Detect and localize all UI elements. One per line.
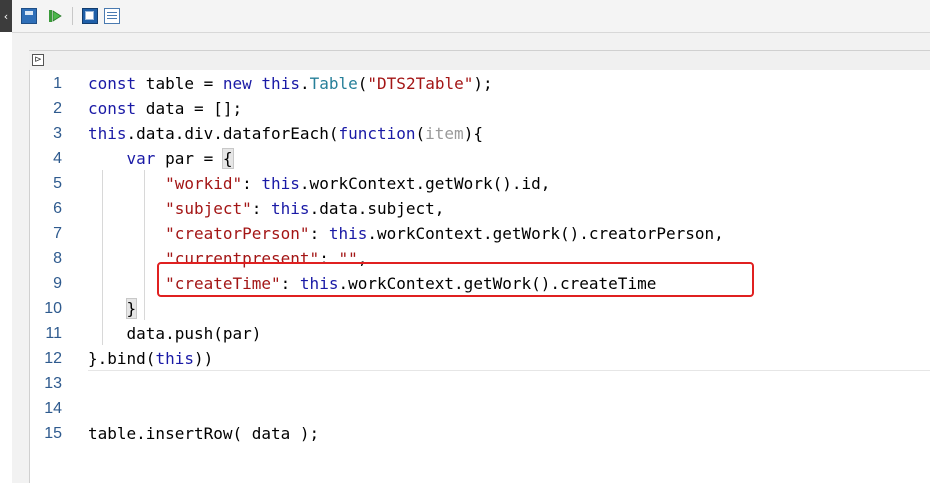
code-token: : xyxy=(309,224,329,243)
code-line[interactable]: 15 table.insertRow( data ); xyxy=(30,421,930,446)
line-code: data.push(par) xyxy=(88,321,262,346)
editor-header: ⊳ xyxy=(29,50,930,71)
save-as-icon[interactable] xyxy=(82,8,98,24)
code-token: ( xyxy=(415,124,426,143)
code-line[interactable]: 14 xyxy=(30,396,930,421)
code-token: table = xyxy=(136,74,223,93)
line-number: 6 xyxy=(53,200,62,217)
code-token: data = []; xyxy=(136,99,243,118)
line-number: 15 xyxy=(44,425,62,442)
line-number: 10 xyxy=(44,300,62,317)
code-token: .data.subject, xyxy=(309,199,445,218)
code-token: this xyxy=(261,74,300,93)
line-code: } xyxy=(88,296,138,321)
line-code: "workid": this.workContext.getWork().id, xyxy=(88,171,550,196)
expand-icon[interactable]: ⊳ xyxy=(32,54,44,66)
line-number: 9 xyxy=(53,275,62,292)
code-line[interactable]: 4 var par = { xyxy=(30,146,930,171)
code-token: .workContext.getWork().id, xyxy=(299,174,551,193)
code-token: const xyxy=(88,99,137,118)
list-icon[interactable] xyxy=(104,8,120,24)
code-line[interactable]: 7 "creatorPerson": this.workContext.getW… xyxy=(30,221,930,246)
code-token: : xyxy=(242,174,262,193)
code-token: .data.div.dataforEach( xyxy=(126,124,339,143)
toolbar xyxy=(12,0,930,33)
code-token: new xyxy=(222,74,252,93)
code-token: "workid" xyxy=(165,174,243,193)
line-code: const table = new this.Table("DTS2Table"… xyxy=(88,71,493,96)
code-line[interactable]: 1 const table = new this.Table("DTS2Table… xyxy=(30,71,930,96)
code-line[interactable]: 12 }.bind(this)) xyxy=(30,346,930,371)
editor-window: ‹ ⊳ 1 const table = new this.Table("DTS2T… xyxy=(0,0,930,483)
code-token: ( xyxy=(357,74,368,93)
code-token: "creatorPerson" xyxy=(165,224,310,243)
code-token: { xyxy=(221,148,234,169)
code-token: this xyxy=(88,124,127,143)
code-token: } xyxy=(125,298,138,319)
code-token: "subject" xyxy=(165,199,252,218)
collapse-panel-button[interactable]: ‹ xyxy=(0,0,12,32)
left-rail xyxy=(0,32,12,483)
code-token: . xyxy=(299,74,310,93)
code-line[interactable]: 10 } xyxy=(30,296,930,321)
line-code: }.bind(this)) xyxy=(88,346,213,371)
code-line[interactable]: 2 const data = []; xyxy=(30,96,930,121)
code-token: .workContext.getWork().creatorPerson, xyxy=(367,224,724,243)
line-number: 14 xyxy=(44,400,62,417)
code-token: "DTS2Table" xyxy=(367,74,474,93)
chevron-left-icon: ‹ xyxy=(3,9,9,23)
code-token: }.bind( xyxy=(88,349,156,368)
line-number: 4 xyxy=(53,150,62,167)
code-token: par = xyxy=(155,149,223,168)
run-icon[interactable] xyxy=(47,8,63,24)
code-line[interactable]: 5 "workid": this.workContext.getWork().i… xyxy=(30,171,930,196)
line-number: 2 xyxy=(53,100,62,117)
line-code: const data = []; xyxy=(88,96,242,121)
code-line[interactable]: 6 "subject": this.data.subject, xyxy=(30,196,930,221)
code-token: item xyxy=(425,124,464,143)
toolbar-separator xyxy=(72,7,73,25)
line-code: "creatorPerson": this.workContext.getWor… xyxy=(88,221,724,246)
line-code: "subject": this.data.subject, xyxy=(88,196,444,221)
code-token: var xyxy=(126,149,156,168)
code-token: ); xyxy=(473,74,493,93)
line-number: 12 xyxy=(44,350,62,367)
code-token: )) xyxy=(193,349,214,368)
line-number: 3 xyxy=(53,125,62,142)
code-line[interactable]: 11 data.push(par) xyxy=(30,321,930,346)
code-token: this xyxy=(328,224,368,243)
code-token: Table xyxy=(309,74,358,93)
code-token: function xyxy=(338,124,416,143)
code-token: ){ xyxy=(463,124,483,143)
code-token: const xyxy=(88,74,137,93)
line-number: 13 xyxy=(44,375,62,392)
run-arrow-icon xyxy=(49,10,62,22)
code-token: this xyxy=(271,199,310,218)
line-code: table.insertRow( data ); xyxy=(88,421,319,446)
code-token: this xyxy=(261,174,300,193)
line-number: 8 xyxy=(53,250,62,267)
code-line[interactable]: 13 xyxy=(30,371,930,396)
line-number: 11 xyxy=(45,325,62,342)
code-token: data.push(par) xyxy=(88,324,262,343)
line-code: var par = { xyxy=(88,146,234,171)
code-token: : xyxy=(251,199,272,218)
save-icon[interactable] xyxy=(21,8,37,24)
line-code: this.data.div.dataforEach(function(item)… xyxy=(88,121,483,146)
code-token: this xyxy=(155,349,194,368)
code-line[interactable]: 3 this.data.div.dataforEach(function(item… xyxy=(30,121,930,146)
code-token: table.insertRow( data ); xyxy=(88,424,320,443)
line-number: 7 xyxy=(53,225,62,242)
line-number: 5 xyxy=(53,175,62,192)
highlight-annotation-box xyxy=(157,262,754,297)
line-number: 1 xyxy=(53,75,62,92)
